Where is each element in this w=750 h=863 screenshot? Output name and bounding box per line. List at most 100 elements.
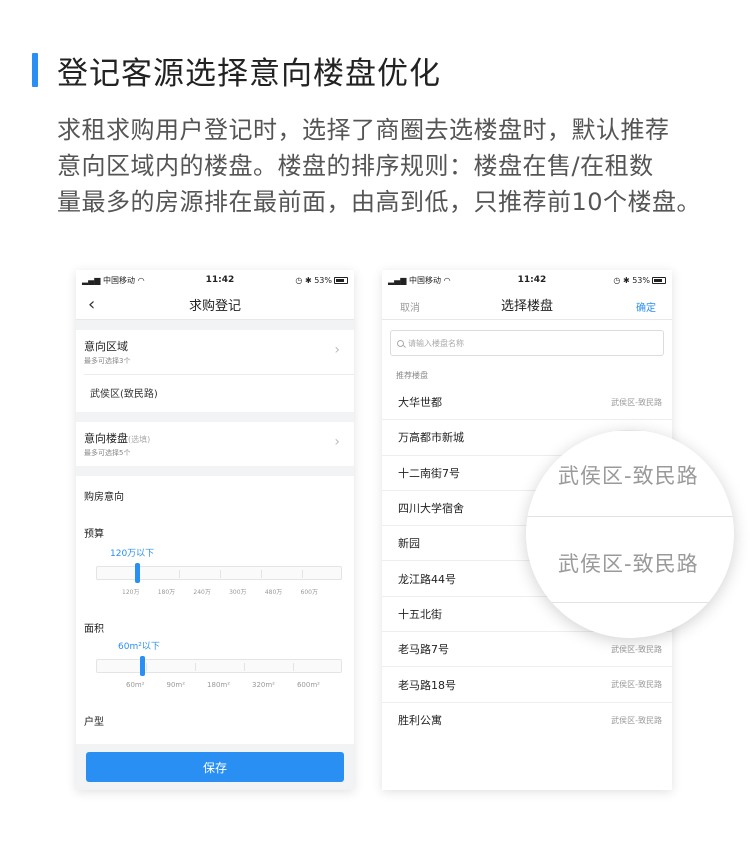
list-item[interactable]: 大华世都 武侯区-致民路 <box>382 385 672 421</box>
nav-title: 求购登记 <box>188 299 241 314</box>
slider-tick <box>220 570 221 578</box>
magnifier-callout: 武侯区-致民路 武侯区-致民路 <box>526 430 734 638</box>
budget-label: 预算 <box>84 529 104 540</box>
budget-slider-handle[interactable] <box>135 563 141 583</box>
description-line: 量最多的房源排在最前面，由高到低，只推荐前10个楼盘。 <box>57 188 702 216</box>
estate-name: 万高都市新城 <box>398 431 464 445</box>
list-item[interactable]: 胜利公寓 武侯区-致民路 <box>382 703 672 738</box>
confirm-button[interactable]: 确定 <box>636 299 656 314</box>
status-right: ◷ ✱ 53% <box>613 276 666 285</box>
estate-name: 四川大学宿舍 <box>398 502 464 516</box>
slider-tick <box>293 663 294 671</box>
search-placeholder: 请输入楼盘名称 <box>408 338 464 348</box>
section-heading: 登记客源选择意向楼盘优化 <box>32 50 441 92</box>
selected-area-value: 武侯区(致民路) <box>90 389 158 400</box>
area-size-slider[interactable]: 60m²以下 60m² 90m² 180m² 320m² 600m² <box>76 635 354 713</box>
tick-label: 300万 <box>229 589 247 596</box>
purchase-intent-label: 购房意向 <box>84 492 124 503</box>
estate-name: 新园 <box>398 537 420 551</box>
layout-label: 户型 <box>84 717 104 728</box>
budget-tick-labels: 120万 180万 240万 300万 480万 600万 <box>96 587 342 596</box>
tick-label: 60m² <box>126 681 145 689</box>
status-time: 11:42 <box>205 275 235 285</box>
slider-tick <box>302 570 303 578</box>
back-arrow-icon[interactable]: ‹ <box>88 294 95 315</box>
tick-label: 240万 <box>193 589 211 596</box>
budget-value: 120万以下 <box>110 549 155 559</box>
intended-area-row[interactable]: 意向区域 最多可选择3个 › <box>76 330 354 374</box>
slider-tick <box>261 570 262 578</box>
magnifier-divider <box>526 430 734 431</box>
cancel-button[interactable]: 取消 <box>400 299 420 314</box>
slider-tick <box>179 570 180 578</box>
search-input[interactable]: 请输入楼盘名称 <box>390 330 664 356</box>
estate-area: 武侯区-致民路 <box>611 715 662 725</box>
estate-name: 十二南街7号 <box>398 466 460 480</box>
magnifier-divider <box>526 516 734 517</box>
page-title: 登记客源选择意向楼盘优化 <box>57 55 441 92</box>
recommended-label: 推荐楼盘 <box>396 371 428 380</box>
purchase-registration-screen: ▂▄▆ 中国移动 ◠ 11:42 ◷ ✱ 53% ‹ 求购登记 意向区域 最多可… <box>76 270 354 790</box>
tick-label: 600m² <box>296 681 320 689</box>
slider-tick <box>244 663 245 671</box>
intended-area-hint: 最多可选择3个 <box>84 357 131 365</box>
selected-area-row[interactable]: 武侯区(致民路) <box>76 375 354 412</box>
wifi-icon: ◠ <box>137 275 145 285</box>
magnifier-divider <box>526 602 734 603</box>
status-bar: ▂▄▆ 中国移动 ◠ 11:42 ◷ ✱ 53% <box>76 270 354 290</box>
carrier-text: ▂▄▆ 中国移动 ◠ <box>82 275 145 285</box>
optional-tag: (选填) <box>128 435 151 444</box>
purchase-intent-card: 购房意向 预算 120万以下 120万 180万 240万 300万 480万 … <box>76 476 354 790</box>
slider-tick <box>195 663 196 671</box>
status-bar: ▂▄▆ 中国移动 ◠ 11:42 ◷ ✱ 53% <box>382 270 672 290</box>
intended-estate-row[interactable]: 意向楼盘(选填) 最多可选择5个 › <box>76 422 354 466</box>
slider-tick <box>146 663 147 671</box>
estate-name: 老马路7号 <box>398 643 449 657</box>
alarm-icon: ◷ <box>613 275 621 285</box>
tick-label: 320m² <box>252 681 275 689</box>
estate-area: 武侯区-致民路 <box>611 644 662 654</box>
budget-track <box>96 566 342 580</box>
area-size-tick-labels: 60m² 90m² 180m² 320m² 600m² <box>96 681 342 689</box>
description-line: 求租求购用户登记时，选择了商圈去选楼盘时，默认推荐 <box>57 116 670 144</box>
description-line: 意向区域内的楼盘。楼盘的排序规则：楼盘在售/在租数 <box>57 152 654 180</box>
bluetooth-icon: ✱ <box>622 275 630 285</box>
carrier-text: ▂▄▆ 中国移动 ◠ <box>388 275 451 285</box>
bottom-action-bar: 保存 <box>76 744 354 790</box>
estate-name: 老马路18号 <box>398 678 456 692</box>
signal-icon: ▂▄▆ <box>82 275 101 285</box>
battery-icon <box>651 276 666 284</box>
intended-estate-label: 意向楼盘(选填) <box>84 432 151 445</box>
intended-area-card: 意向区域 最多可选择3个 › 武侯区(致民路) <box>76 330 354 412</box>
magnified-area-text: 武侯区-致民路 <box>558 552 699 576</box>
list-item[interactable]: 老马路18号 武侯区-致民路 <box>382 667 672 703</box>
nav-bar: 取消 选择楼盘 确定 <box>382 290 672 320</box>
estate-name: 十五北街 <box>398 607 442 621</box>
budget-slider[interactable]: 120万以下 120万 180万 240万 300万 480万 600万 <box>76 540 354 618</box>
area-size-track <box>96 659 342 673</box>
battery-icon <box>333 276 348 284</box>
estate-area: 武侯区-致民路 <box>611 680 662 690</box>
intended-area-label: 意向区域 <box>84 340 128 353</box>
intended-estate-hint: 最多可选择5个 <box>84 449 131 457</box>
chevron-right-icon: › <box>334 434 340 450</box>
save-button[interactable]: 保存 <box>86 752 344 782</box>
status-right: ◷ ✱ 53% <box>295 276 348 285</box>
intended-estate-card: 意向楼盘(选填) 最多可选择5个 › <box>76 422 354 466</box>
heading-accent-bar <box>32 53 38 87</box>
tick-label: 600万 <box>300 589 318 596</box>
status-time: 11:42 <box>517 275 547 285</box>
estate-area: 武侯区-致民路 <box>611 397 662 407</box>
area-size-label: 面积 <box>84 624 104 635</box>
chevron-right-icon: › <box>334 342 340 358</box>
estate-name: 龙江路44号 <box>398 572 456 586</box>
wifi-icon: ◠ <box>443 275 451 285</box>
nav-bar: ‹ 求购登记 <box>76 290 354 320</box>
area-size-slider-handle[interactable] <box>140 656 146 676</box>
tick-label: 180万 <box>157 589 176 596</box>
description-text: 求租求购用户登记时，选择了商圈去选楼盘时，默认推荐 意向区域内的楼盘。楼盘的排序… <box>57 112 737 220</box>
tick-label: 120万 <box>122 589 140 596</box>
alarm-icon: ◷ <box>295 275 303 285</box>
bluetooth-icon: ✱ <box>304 275 312 285</box>
tick-label: 90m² <box>166 681 186 689</box>
